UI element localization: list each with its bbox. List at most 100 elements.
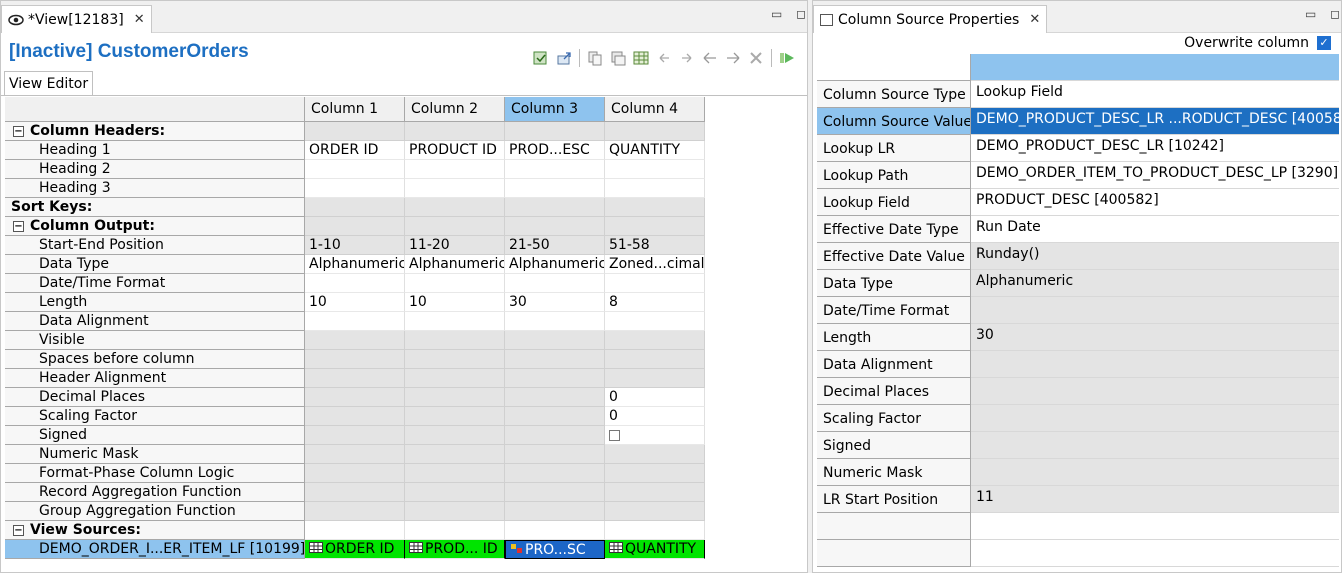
- grid-cell[interactable]: [405, 445, 505, 464]
- grid-cell[interactable]: Alphanumeric: [505, 255, 605, 274]
- grid-cell[interactable]: [405, 274, 505, 293]
- tab-view-editor[interactable]: View Editor: [4, 71, 94, 96]
- property-value[interactable]: Run Date: [971, 216, 1339, 243]
- grid-cell[interactable]: [305, 312, 405, 331]
- grid-cell[interactable]: [305, 426, 405, 445]
- grid-cell[interactable]: [405, 426, 505, 445]
- grid-cell[interactable]: [605, 198, 705, 217]
- grid-cell[interactable]: [505, 407, 605, 426]
- property-value[interactable]: 11: [971, 486, 1339, 513]
- grid-cell[interactable]: PROD...ESC: [505, 141, 605, 160]
- grid-cell[interactable]: [505, 179, 605, 198]
- property-value[interactable]: [971, 459, 1339, 486]
- property-value[interactable]: [971, 351, 1339, 378]
- grid-cell[interactable]: Zoned...cimal: [605, 255, 705, 274]
- grid-cell[interactable]: [305, 445, 405, 464]
- grid-cell[interactable]: [605, 122, 705, 141]
- insert-column-icon[interactable]: [610, 50, 626, 66]
- collapse-icon[interactable]: −: [13, 220, 24, 232]
- column-header-3[interactable]: Column 3: [505, 97, 605, 122]
- property-value[interactable]: [971, 405, 1339, 432]
- property-value[interactable]: DEMO_PRODUCT_DESC_LR ...RODUCT_DESC [400…: [971, 108, 1339, 135]
- grid-cell[interactable]: [505, 464, 605, 483]
- property-value[interactable]: [971, 297, 1339, 324]
- grid-cell[interactable]: [605, 179, 705, 198]
- grid-cell[interactable]: [405, 160, 505, 179]
- grid-cell[interactable]: [605, 464, 705, 483]
- grid-cell[interactable]: 8: [605, 293, 705, 312]
- grid-cell[interactable]: [605, 312, 705, 331]
- undo-icon[interactable]: [656, 50, 672, 66]
- grid-cell[interactable]: 21-50: [505, 236, 605, 255]
- grid-cell[interactable]: PRO...SC: [505, 540, 605, 559]
- grid-cell[interactable]: 1-10: [305, 236, 405, 255]
- grid-cell[interactable]: [605, 426, 705, 445]
- grid-cell[interactable]: [305, 464, 405, 483]
- property-value[interactable]: Alphanumeric: [971, 270, 1339, 297]
- grid-cell[interactable]: [605, 350, 705, 369]
- grid-cell[interactable]: [505, 312, 605, 331]
- collapse-icon[interactable]: −: [13, 125, 24, 137]
- property-value[interactable]: [971, 513, 1339, 540]
- grid-cell[interactable]: [405, 179, 505, 198]
- grid-cell[interactable]: [305, 350, 405, 369]
- grid-cell[interactable]: [505, 445, 605, 464]
- redo-icon[interactable]: [679, 50, 695, 66]
- property-value[interactable]: Runday(): [971, 243, 1339, 270]
- grid-cell[interactable]: [605, 217, 705, 236]
- minimize-icon[interactable]: ▭: [771, 7, 782, 21]
- grid-cell[interactable]: [505, 217, 605, 236]
- property-value[interactable]: 30: [971, 324, 1339, 351]
- grid-cell[interactable]: [605, 483, 705, 502]
- grid-cell[interactable]: PROD... ID: [405, 540, 505, 559]
- grid-cell[interactable]: [505, 369, 605, 388]
- grid-cell[interactable]: [505, 388, 605, 407]
- property-value[interactable]: [971, 540, 1339, 567]
- grid-cell[interactable]: [505, 521, 605, 540]
- column-header-2[interactable]: Column 2: [405, 97, 505, 122]
- run-icon[interactable]: [779, 50, 795, 66]
- grid-cell[interactable]: [305, 274, 405, 293]
- grid-cell[interactable]: [605, 521, 705, 540]
- grid-cell[interactable]: PRODUCT ID: [405, 141, 505, 160]
- grid-cell[interactable]: [305, 502, 405, 521]
- validate-icon[interactable]: [533, 50, 549, 66]
- export-icon[interactable]: [556, 50, 572, 66]
- grid-cell[interactable]: ORDER ID: [305, 540, 405, 559]
- grid-cell[interactable]: 11-20: [405, 236, 505, 255]
- grid-cell[interactable]: 10: [305, 293, 405, 312]
- property-value[interactable]: DEMO_PRODUCT_DESC_LR [10242]: [971, 135, 1339, 162]
- grid-cell[interactable]: [305, 369, 405, 388]
- close-icon[interactable]: ✕: [1029, 12, 1040, 27]
- grid-cell[interactable]: [605, 502, 705, 521]
- collapse-icon[interactable]: −: [13, 524, 24, 536]
- move-left-icon[interactable]: [702, 50, 718, 66]
- grid-cell[interactable]: [305, 217, 405, 236]
- grid-cell[interactable]: [405, 331, 505, 350]
- grid-cell[interactable]: [305, 160, 405, 179]
- maximize-icon[interactable]: ◻: [1330, 7, 1340, 21]
- maximize-icon[interactable]: ◻: [796, 7, 806, 21]
- grid-cell[interactable]: [405, 122, 505, 141]
- grid-cell[interactable]: [305, 198, 405, 217]
- overwrite-column-checkbox[interactable]: ✓: [1317, 36, 1331, 50]
- grid-cell[interactable]: 51-58: [605, 236, 705, 255]
- copy-column-icon[interactable]: [587, 50, 603, 66]
- grid-cell[interactable]: [405, 369, 505, 388]
- grid-cell[interactable]: [305, 179, 405, 198]
- grid-cell[interactable]: [505, 122, 605, 141]
- grid-cell[interactable]: [405, 464, 505, 483]
- grid-cell[interactable]: [405, 350, 505, 369]
- grid-cell[interactable]: [305, 407, 405, 426]
- grid-cell[interactable]: [505, 483, 605, 502]
- tab-column-source-properties[interactable]: Column Source Properties ✕: [813, 5, 1048, 33]
- grid-cell[interactable]: [405, 198, 505, 217]
- grid-cell[interactable]: [505, 160, 605, 179]
- grid-cell[interactable]: [405, 521, 505, 540]
- grid-cell[interactable]: [505, 426, 605, 445]
- grid-cell[interactable]: [305, 388, 405, 407]
- delete-icon[interactable]: [748, 50, 764, 66]
- signed-checkbox[interactable]: [609, 430, 620, 441]
- grid-cell[interactable]: [605, 445, 705, 464]
- grid-cell[interactable]: [305, 331, 405, 350]
